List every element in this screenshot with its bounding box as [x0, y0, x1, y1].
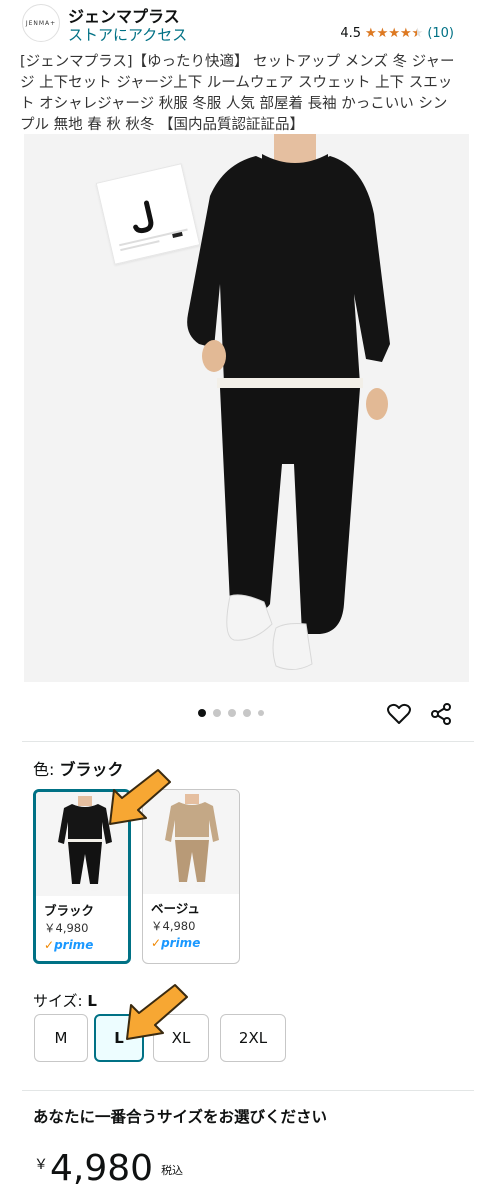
carousel-indicator	[198, 709, 264, 717]
prime-badge: ✓prime	[151, 936, 201, 950]
arrow-icon	[126, 984, 188, 1040]
rating-count[interactable]: (10)	[427, 26, 454, 41]
heart-icon[interactable]	[386, 701, 412, 727]
carousel-dot[interactable]	[243, 709, 251, 717]
product-title: [ジェンマプラス]【ゆったり快適】 セットアップ メンズ 冬 ジャージ 上下セッ…	[20, 54, 455, 133]
divider	[22, 1090, 474, 1091]
size-fit-message: あなたに一番合うサイズをお選びください	[33, 1108, 328, 1126]
rating-value: 4.5	[340, 26, 362, 41]
color-option-price: ￥4,980	[44, 921, 89, 935]
color-option-price: ￥4,980	[151, 919, 196, 933]
size-label: サイズ: L	[33, 992, 97, 1010]
price-amount: 4,980	[50, 1148, 154, 1189]
size-option-2xl[interactable]: 2XL	[220, 1014, 286, 1062]
arrow-icon	[109, 769, 171, 825]
brand-logo-text: JENMA+	[25, 19, 57, 27]
visit-store-link[interactable]: ストアにアクセス	[68, 24, 187, 45]
store-header: JENMA+ ジェンマプラス ストアにアクセス 4.5 ★★★★★ ★★★★★ …	[0, 0, 492, 48]
share-icon[interactable]	[428, 701, 454, 727]
carousel-dot[interactable]	[228, 709, 236, 717]
carousel-dot[interactable]	[258, 710, 264, 716]
rating-summary[interactable]: 4.5 ★★★★★ ★★★★★ (10)	[340, 26, 454, 41]
divider	[22, 741, 474, 742]
price-display: ￥ 4,980 税込	[34, 1148, 183, 1190]
price-currency: ￥	[34, 1157, 48, 1173]
color-option-name: ベージュ	[151, 901, 200, 916]
prime-badge: ✓prime	[44, 938, 94, 952]
color-option-name: ブラック	[44, 903, 95, 918]
size-option-m[interactable]: M	[34, 1014, 88, 1062]
product-image[interactable]	[24, 134, 469, 682]
brand-logo[interactable]: JENMA+	[22, 4, 60, 42]
carousel-dot[interactable]	[198, 709, 206, 717]
selected-size: L	[87, 992, 97, 1010]
carousel-dot[interactable]	[213, 709, 221, 717]
price-tax-note: 税込	[161, 1164, 184, 1177]
rating-stars-icon: ★★★★★ ★★★★★	[365, 26, 424, 41]
model-figure	[187, 134, 390, 670]
